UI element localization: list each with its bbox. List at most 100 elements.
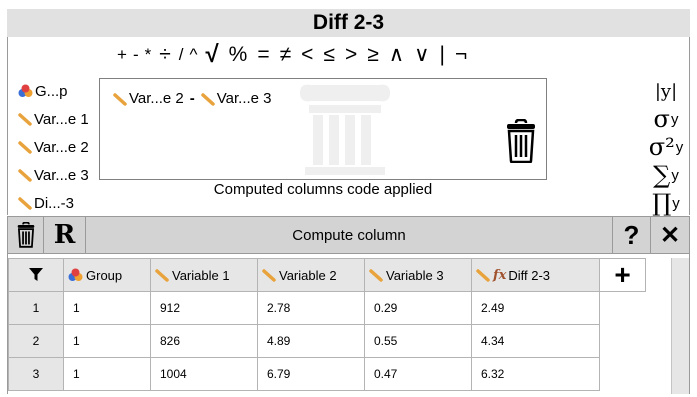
data-table: Group Variable 1 Variable 2 Variable 3 f… — [8, 258, 646, 391]
table-header-row: Group Variable 1 Variable 2 Variable 3 f… — [8, 258, 646, 292]
op-divide[interactable]: ÷ — [154, 41, 176, 69]
ruler-icon — [18, 169, 32, 182]
column-header-variable-2[interactable]: Variable 2 — [257, 258, 365, 292]
table-cell[interactable]: 6.79 — [257, 357, 365, 391]
function-sum[interactable]: ∑ y — [644, 161, 688, 189]
table-cell[interactable]: 4.89 — [257, 324, 365, 358]
op-less-equal[interactable]: ≤ — [318, 41, 340, 69]
op-percent[interactable]: % — [224, 41, 253, 69]
r-code-button[interactable]: R — [44, 217, 86, 253]
table-cell[interactable]: 1 — [63, 291, 151, 325]
variable-item-group[interactable]: G...p — [18, 77, 103, 105]
help-button[interactable]: ? — [613, 217, 651, 253]
column-header-variable-1[interactable]: Variable 1 — [150, 258, 258, 292]
abs-label: |y| — [654, 80, 678, 102]
formula-tokens: Var...e 2 - Var...e 3 — [113, 90, 276, 107]
op-pipe[interactable]: | — [434, 41, 449, 69]
table-cell[interactable]: 6.32 — [471, 357, 600, 391]
row-number[interactable]: 3 — [8, 357, 64, 391]
column-header-group[interactable]: Group — [63, 258, 151, 292]
function-list: |y| σy σ² y ∑ y ∏ y — [644, 77, 688, 218]
column-header-variable-3[interactable]: Variable 3 — [364, 258, 472, 292]
vertical-scrollbar[interactable] — [671, 258, 689, 394]
row-number[interactable]: 1 — [8, 291, 64, 325]
filter-icon — [29, 267, 43, 281]
op-equal[interactable]: = — [252, 41, 274, 69]
table-cell[interactable]: 0.29 — [364, 291, 472, 325]
column-label: Variable 3 — [386, 267, 444, 283]
ruler-icon — [369, 269, 383, 282]
ruler-icon — [201, 92, 215, 106]
filter-header[interactable] — [8, 258, 64, 292]
formula-token-variable-2[interactable]: Var...e 2 — [113, 90, 184, 107]
op-plus[interactable]: + — [114, 41, 130, 69]
variable-label: Var...e 2 — [34, 138, 89, 156]
op-not[interactable]: ¬ — [450, 41, 472, 69]
add-column-button[interactable]: + — [599, 258, 646, 292]
ruler-icon — [262, 269, 276, 282]
ruler-icon — [18, 141, 32, 154]
product-icon: ∏ — [652, 189, 672, 217]
delete-column-button[interactable] — [8, 217, 44, 253]
computed-fx-icon: fx — [493, 267, 507, 283]
function-abs[interactable]: |y| — [644, 77, 688, 105]
formula-token-variable-3[interactable]: Var...e 3 — [201, 90, 272, 107]
op-not-equal[interactable]: ≠ — [275, 41, 297, 69]
table-row: 1 1 912 2.78 0.29 2.49 — [8, 291, 646, 325]
table-cell[interactable]: 826 — [150, 324, 258, 358]
formula-drop-area[interactable]: Var...e 2 - Var...e 3 — [99, 78, 547, 180]
sigma-squared-icon: σ² — [648, 133, 675, 161]
op-and[interactable]: ∧ — [384, 41, 409, 69]
token-label: Var...e 3 — [216, 90, 272, 107]
table-cell[interactable]: 1 — [63, 357, 151, 391]
function-variance[interactable]: σ² y — [644, 133, 688, 161]
op-greater-equal[interactable]: ≥ — [362, 41, 384, 69]
op-sqrt[interactable]: √ — [200, 41, 223, 69]
column-label: Group — [86, 267, 123, 283]
table-cell[interactable]: 0.55 — [364, 324, 472, 358]
function-arg: y — [675, 138, 684, 156]
column-label: Diff 2-3 — [508, 267, 551, 283]
trash-icon — [17, 222, 34, 248]
op-power[interactable]: ^ — [187, 41, 201, 69]
table-cell[interactable]: 4.34 — [471, 324, 600, 358]
table-cell[interactable]: 1004 — [150, 357, 258, 391]
op-less[interactable]: < — [296, 41, 318, 69]
variable-item-2[interactable]: Var...e 2 — [18, 133, 103, 161]
op-greater[interactable]: > — [340, 41, 362, 69]
op-minus[interactable]: - — [130, 41, 142, 69]
variable-label: G...p — [35, 82, 68, 100]
table-cell[interactable]: 2.49 — [471, 291, 600, 325]
group-icon — [18, 84, 33, 97]
ruler-icon — [18, 197, 32, 210]
trash-icon[interactable] — [505, 119, 537, 163]
table-cell[interactable]: 2.78 — [257, 291, 365, 325]
table-row: 3 1 1004 6.79 0.47 6.32 — [8, 357, 646, 391]
group-icon — [68, 268, 83, 281]
variable-item-1[interactable]: Var...e 1 — [18, 105, 103, 133]
window-title: Diff 2-3 — [7, 9, 690, 37]
formula-operator[interactable]: - — [190, 90, 195, 107]
function-arg: y — [670, 110, 679, 128]
column-header-diff[interactable]: fx Diff 2-3 — [471, 258, 600, 292]
status-message: Computed columns code applied — [213, 181, 433, 198]
function-sd[interactable]: σy — [644, 105, 688, 133]
table-cell[interactable]: 0.47 — [364, 357, 472, 391]
function-arg: y — [672, 194, 680, 212]
op-multiply[interactable]: * — [142, 41, 155, 69]
op-or[interactable]: ∨ — [409, 41, 434, 69]
code-editor-panel: + - * ÷ / ^ √ % = ≠ < ≤ > ≥ ∧ ∨ | ¬ G...… — [7, 37, 690, 218]
variable-label: Var...e 1 — [34, 110, 89, 128]
compute-toolbar: R Compute column ? ✕ — [7, 216, 690, 254]
token-label: Var...e 2 — [129, 90, 184, 107]
table-cell[interactable]: 1 — [63, 324, 151, 358]
toolbar-title: Compute column — [86, 217, 613, 253]
function-product[interactable]: ∏ y — [644, 189, 688, 217]
ruler-icon — [155, 269, 169, 282]
close-button[interactable]: ✕ — [651, 217, 689, 253]
sigma-icon: σ — [653, 105, 670, 133]
function-arg: y — [671, 166, 679, 184]
op-slash[interactable]: / — [176, 41, 187, 69]
row-number[interactable]: 2 — [8, 324, 64, 358]
table-cell[interactable]: 912 — [150, 291, 258, 325]
